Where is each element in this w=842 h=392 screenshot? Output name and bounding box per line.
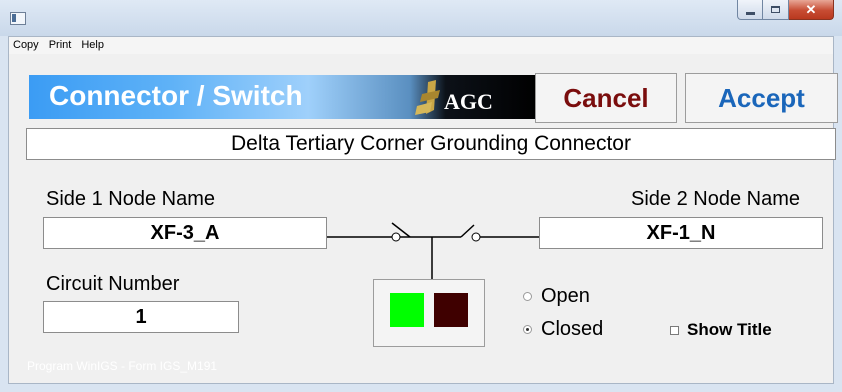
circuit-number-field[interactable] [43,301,239,333]
color-swatch-green[interactable] [390,293,424,327]
side1-label: Side 1 Node Name [46,188,215,210]
cancel-button[interactable]: Cancel [535,73,677,123]
circuit-label: Circuit Number [46,273,180,295]
radio-open[interactable]: Open [523,285,590,307]
app-icon [10,12,26,25]
show-title-checkbox[interactable]: Show Title [670,320,772,340]
radio-closed-label: Closed [541,318,604,340]
color-selector [373,279,485,347]
dialog-body: Copy Print Help Connector / Switch AGC C… [8,36,838,384]
show-title-box[interactable] [670,325,679,335]
maximize-icon [771,6,780,13]
radio-closed[interactable]: Closed [523,318,603,340]
header-banner: Connector / Switch AGC [29,75,537,119]
dialog-title: Connector / Switch [49,80,303,111]
close-button[interactable]: ✕ [789,0,834,20]
title-bar: ✕ [0,0,842,36]
close-icon: ✕ [805,2,817,17]
maximize-button[interactable] [763,0,789,20]
side2-label: Side 2 Node Name [631,188,800,210]
minimize-button[interactable] [737,0,763,20]
agc-logo: AGC [414,80,509,116]
side1-node-field[interactable] [43,217,327,249]
program-footer: Program WinIGS - Form IGS_M191 [27,359,218,373]
menu-print[interactable]: Print [49,37,72,54]
show-title-label: Show Title [687,320,772,339]
radio-closed-indicator[interactable] [523,324,532,334]
radio-open-label: Open [541,285,590,307]
color-swatch-maroon[interactable] [434,293,468,327]
menu-help[interactable]: Help [81,37,104,54]
window-controls: ✕ [737,0,834,21]
minimize-icon [745,11,755,15]
accept-button[interactable]: Accept [685,73,838,123]
menu-copy[interactable]: Copy [13,37,39,54]
menu-bar: Copy Print Help [9,37,833,54]
title-field[interactable] [26,128,836,160]
logo-text: AGC [444,89,493,114]
radio-open-indicator[interactable] [523,291,532,301]
side2-node-field[interactable] [539,217,823,249]
